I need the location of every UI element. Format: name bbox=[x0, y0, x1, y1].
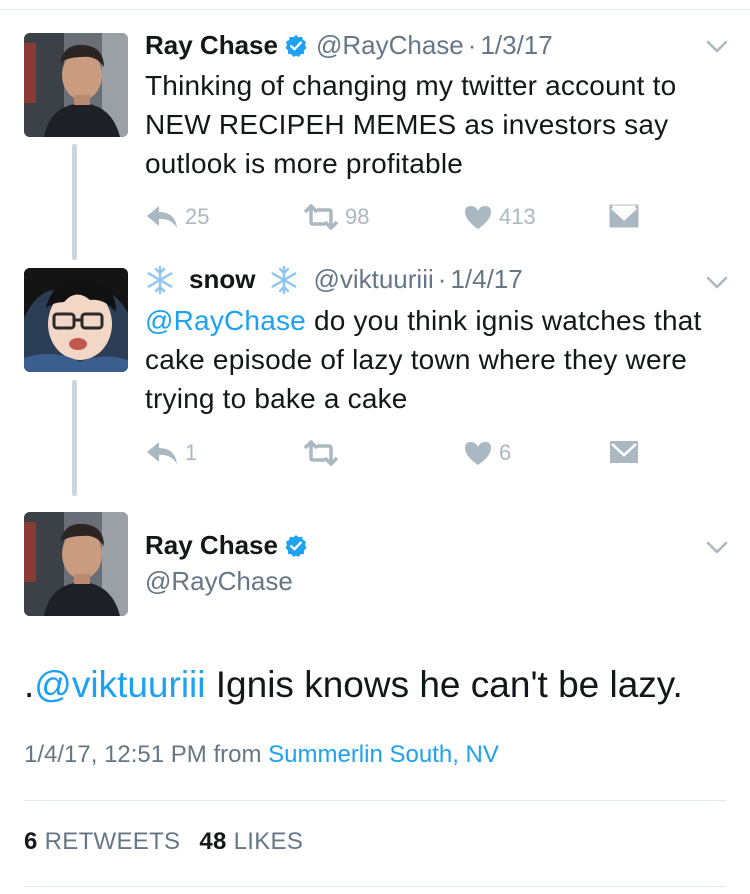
separator: · bbox=[467, 30, 477, 60]
reply-count: 1 bbox=[185, 440, 198, 465]
reply-button[interactable]: 1 bbox=[145, 440, 197, 466]
tweet-actions: 25 98 413 bbox=[145, 204, 665, 234]
engagement-stats: 6 RETWEETS 48 LIKES bbox=[24, 828, 303, 856]
reply-count: 25 bbox=[185, 204, 210, 229]
retweet-label: RETWEETS bbox=[44, 828, 181, 855]
retweet-stat[interactable]: 6 RETWEETS bbox=[24, 828, 180, 855]
retweet-icon bbox=[303, 204, 339, 230]
reply-button[interactable]: 25 bbox=[145, 204, 209, 230]
tweet-header: Ray Chase @RayChase · 1/3/17 bbox=[145, 30, 553, 61]
tweet-header: snow @viktuuriii · 1/4/17 bbox=[145, 264, 523, 295]
tweet-actions: 1 6 bbox=[145, 440, 665, 470]
like-stat[interactable]: 48 LIKES bbox=[199, 828, 303, 855]
avatar[interactable] bbox=[24, 33, 128, 137]
reply-icon bbox=[147, 442, 177, 464]
chevron-down-icon[interactable] bbox=[706, 541, 728, 555]
reply-icon bbox=[147, 206, 177, 228]
top-divider bbox=[0, 9, 750, 10]
thread-line bbox=[72, 380, 77, 496]
mention-link[interactable]: @viktuuriii bbox=[34, 664, 205, 705]
heart-icon bbox=[465, 442, 491, 465]
tweet-text: @RayChase do you think ignis watches tha… bbox=[145, 301, 735, 418]
dm-button[interactable] bbox=[609, 440, 645, 464]
chevron-down-icon[interactable] bbox=[706, 276, 728, 290]
display-name[interactable]: snow bbox=[189, 264, 255, 295]
heart-icon bbox=[465, 206, 491, 229]
user-handle[interactable]: @viktuuriii bbox=[313, 264, 433, 295]
retweet-count: 98 bbox=[345, 204, 370, 229]
dm-button[interactable] bbox=[609, 204, 645, 228]
like-count: 413 bbox=[499, 204, 536, 229]
thread-line bbox=[72, 144, 77, 260]
retweet-total: 6 bbox=[24, 828, 38, 855]
verified-badge-icon bbox=[284, 34, 308, 58]
envelope-icon bbox=[609, 204, 639, 228]
tweet-meta: 1/4/17, 12:51 PM from Summerlin South, N… bbox=[24, 741, 499, 769]
display-name[interactable]: Ray Chase bbox=[145, 530, 278, 561]
main-tweet-body: Ignis knows he can't be lazy. bbox=[205, 664, 683, 705]
mention-link[interactable]: @RayChase bbox=[145, 305, 306, 336]
avatar[interactable] bbox=[24, 268, 128, 372]
main-tweet-name-row: Ray Chase bbox=[145, 530, 316, 561]
divider bbox=[24, 800, 726, 801]
like-count: 6 bbox=[499, 440, 512, 465]
snowflake-icon bbox=[145, 265, 175, 295]
like-button[interactable]: 413 bbox=[463, 204, 536, 230]
user-handle[interactable]: @RayChase bbox=[145, 566, 293, 597]
tweet-date[interactable]: 1/3/17 bbox=[480, 30, 552, 61]
envelope-icon bbox=[610, 441, 638, 463]
retweet-button[interactable] bbox=[303, 440, 345, 466]
location-link[interactable]: Summerlin South, NV bbox=[268, 741, 499, 768]
timestamp: 1/4/17, 12:51 PM from bbox=[24, 741, 269, 768]
text-prefix: . bbox=[24, 664, 35, 705]
separator: · bbox=[437, 264, 447, 294]
like-total: 48 bbox=[199, 828, 227, 855]
chevron-down-icon[interactable] bbox=[706, 40, 728, 54]
main-tweet-handle-row: @RayChase bbox=[145, 566, 293, 597]
tweet-text: Thinking of changing my twitter account … bbox=[145, 70, 677, 179]
retweet-icon bbox=[303, 440, 339, 466]
display-name[interactable]: Ray Chase bbox=[145, 30, 278, 61]
snowflake-icon bbox=[269, 265, 299, 295]
divider bbox=[24, 886, 726, 887]
like-label: LIKES bbox=[233, 828, 304, 855]
retweet-button[interactable]: 98 bbox=[303, 204, 369, 230]
verified-badge-icon bbox=[284, 534, 308, 558]
avatar[interactable] bbox=[24, 512, 128, 616]
user-handle[interactable]: @RayChase bbox=[316, 30, 464, 61]
like-button[interactable]: 6 bbox=[463, 440, 511, 466]
main-tweet-text: .@viktuuriii Ignis knows he can't be laz… bbox=[24, 664, 683, 706]
tweet-date[interactable]: 1/4/17 bbox=[450, 264, 522, 295]
